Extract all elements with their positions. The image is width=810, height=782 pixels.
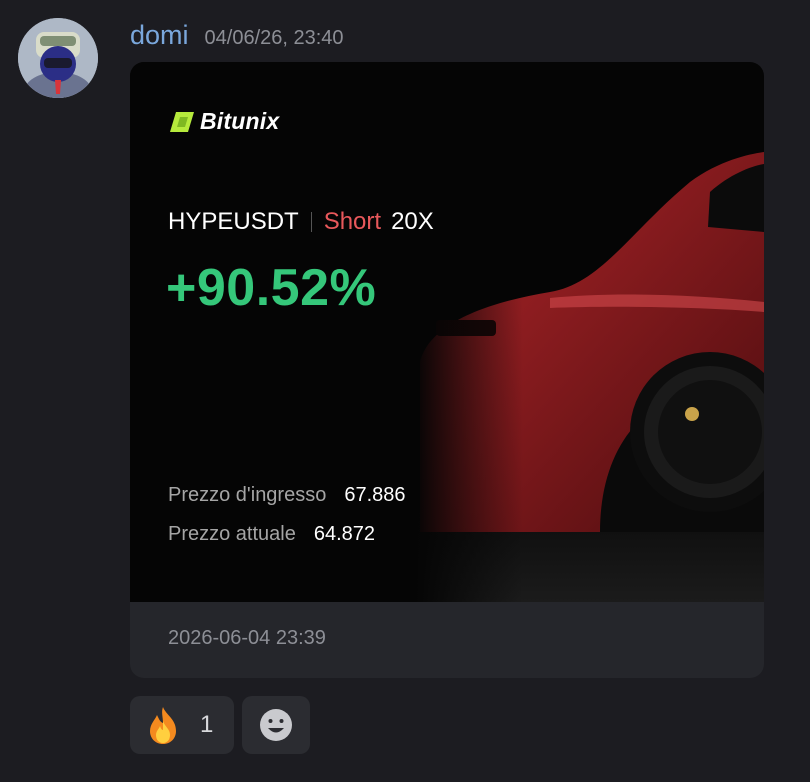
smiley-add-reaction-icon <box>260 709 292 741</box>
reaction-fire[interactable]: 1 <box>130 696 234 754</box>
leverage: 20X <box>391 208 434 235</box>
avatar[interactable] <box>18 18 98 98</box>
current-price-label: Prezzo attuale <box>168 523 296 545</box>
position-info: HYPEUSDT Short 20X <box>168 208 434 236</box>
current-price-value: 64.872 <box>313 523 376 545</box>
fire-emoji-icon <box>150 707 176 744</box>
position-side: Short <box>323 208 382 235</box>
bitunix-logo-icon <box>170 111 194 132</box>
message-timestamp: 04/06/26, 23:40 <box>204 27 344 49</box>
trading-pair: HYPEUSDT <box>168 208 299 235</box>
chat-message: domi 04/06/26, 23:40 Bitunix HYPEUSDT Sh… <box>0 0 810 782</box>
brand-name: Bitunix <box>200 108 280 134</box>
current-price-row: Prezzo attuale 64.872 <box>168 523 375 546</box>
card-footer-date: 2026-06-04 23:39 <box>168 627 326 649</box>
avatar-icon <box>18 18 98 98</box>
brand-logo: Bitunix <box>170 108 279 135</box>
pnl-share-image[interactable]: Bitunix HYPEUSDT Short 20X +90.52% Prezz… <box>130 62 764 602</box>
username[interactable]: domi <box>130 20 189 51</box>
entry-price-value: 67.886 <box>344 484 406 506</box>
entry-price-row: Prezzo d'ingresso 67.886 <box>168 484 406 507</box>
message-header: domi 04/06/26, 23:40 <box>130 20 344 51</box>
pnl-share-card[interactable]: Bitunix HYPEUSDT Short 20X +90.52% Prezz… <box>130 62 764 678</box>
add-reaction-button[interactable] <box>242 696 310 754</box>
entry-price-label: Prezzo d'ingresso <box>168 484 327 506</box>
reaction-count: 1 <box>200 711 214 738</box>
pnl-percentage: +90.52% <box>166 259 377 317</box>
divider <box>310 212 312 232</box>
reaction-bar: 1 <box>130 696 310 754</box>
sports-car-illustration <box>130 62 764 602</box>
